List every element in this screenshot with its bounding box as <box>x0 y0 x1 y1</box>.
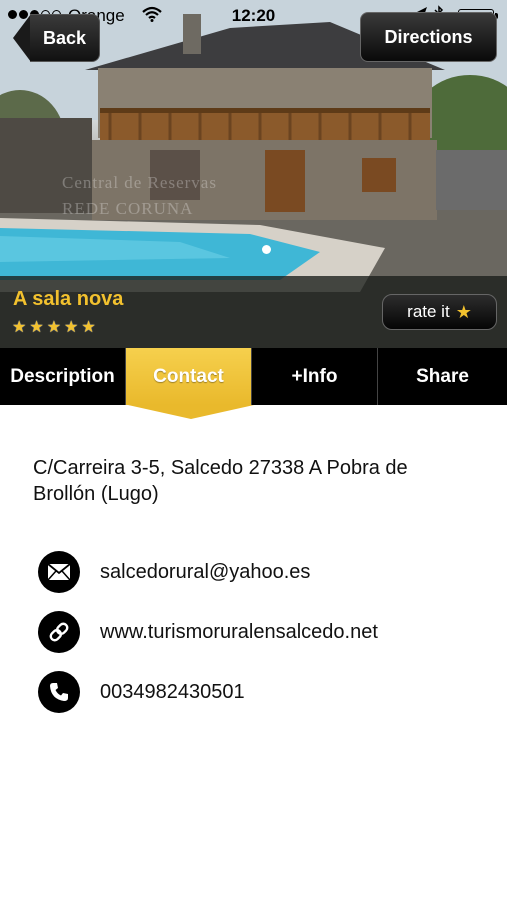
star-icon: ★ <box>64 319 79 336</box>
tab-share[interactable]: Share <box>378 348 507 405</box>
website-link[interactable]: www.turismoruralensalcedo.net <box>100 621 378 644</box>
star-icon: ★ <box>46 319 62 336</box>
place-name: A sala nova <box>13 288 124 310</box>
star-icon: ★ <box>12 319 27 336</box>
watermark-line-1: Central de Reservas <box>62 173 217 192</box>
active-tab-pointer <box>128 405 254 419</box>
back-arrow-icon[interactable] <box>13 14 31 62</box>
tab-contact[interactable]: Contact <box>126 348 252 405</box>
website-row[interactable]: www.turismoruralensalcedo.net <box>38 611 378 653</box>
watermark-line-2: REDE CORUNA <box>62 199 194 218</box>
envelope-icon <box>38 551 80 593</box>
star-icon: ★ <box>29 319 44 336</box>
rate-it-label: rate it <box>407 302 450 321</box>
tab-more-info[interactable]: +Info <box>252 348 378 405</box>
link-icon <box>38 611 80 653</box>
directions-button[interactable]: Directions <box>360 12 497 62</box>
star-icon: ★ <box>81 319 96 336</box>
tab-description[interactable]: Description <box>0 348 126 405</box>
email-link[interactable]: salcedorural@yahoo.es <box>100 561 310 584</box>
phone-row[interactable]: 0034982430501 <box>38 671 245 713</box>
phone-link[interactable]: 0034982430501 <box>100 681 245 704</box>
rating-stars: ★ ★ ★ ★ ★ <box>12 320 96 336</box>
page-indicator-dot <box>262 245 271 254</box>
photo-watermark: Central de Reservas REDE CORUNA <box>62 170 362 222</box>
email-row[interactable]: salcedorural@yahoo.es <box>38 551 310 593</box>
phone-icon <box>38 671 80 713</box>
back-button[interactable]: Back <box>30 14 100 62</box>
rate-it-button[interactable]: rate it ★ <box>382 294 497 330</box>
tab-bar: Description Contact +Info Share <box>0 348 507 405</box>
star-icon: ★ <box>455 301 472 322</box>
address-text: C/Carreira 3-5, Salcedo 27338 A Pobra de… <box>33 457 408 505</box>
